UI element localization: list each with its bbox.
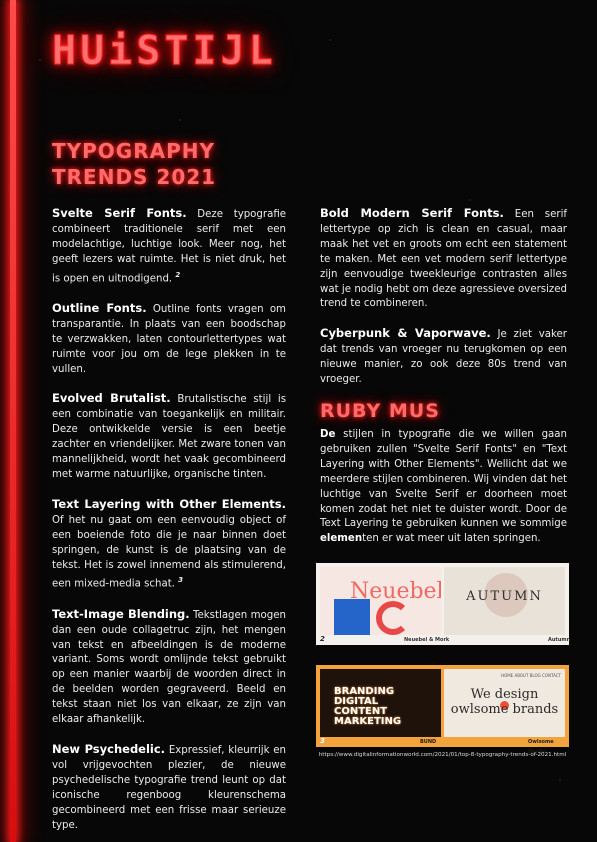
section-title-typography-trends: TYPOGRAPHY TRENDS 2021 xyxy=(52,138,216,190)
footnote-marker: 2 xyxy=(175,270,181,279)
paragraph-cyberpunk-vaporwave: Cyberpunk & Vaporwave. Je ziet vaker dat… xyxy=(320,326,567,388)
paragraph-svelte-serif: Svelte Serif Fonts. Deze typografie comb… xyxy=(52,206,286,287)
neon-red-side-bar xyxy=(10,0,16,842)
paragraph-text: Deze typografie combineert traditionele … xyxy=(52,209,287,285)
paragraph-evolved-brutalist: Evolved Brutalist. Brutalistische stijl … xyxy=(52,391,286,482)
paragraph-heading: Bold Modern Serif Fonts. xyxy=(320,206,504,220)
paragraph-heading: Evolved Brutalist. xyxy=(52,391,171,406)
autumn-sample-image: AUTUMN xyxy=(444,567,565,635)
paragraph-new-psychedelic: New Psychedelic. Expressief, kleurrijk e… xyxy=(52,742,286,833)
paragraph-heading: New Psychedelic. xyxy=(52,741,166,756)
paragraph-text-layering: Text Layering with Other Elements. Of he… xyxy=(52,497,286,593)
paragraph-text: Of het nu gaat om een eenvoudig object o… xyxy=(52,514,286,590)
figure-number: 2 xyxy=(320,635,325,643)
ruby-text-bold: De xyxy=(320,429,336,440)
paragraph-heading: Outline Fonts. xyxy=(52,300,147,315)
neuebel-label: Neuebel & Mork xyxy=(404,637,450,643)
neuebel-wordmark: Neuebel xyxy=(350,579,441,604)
paragraph-text: Expressief, kleurrijk en vol vrijgevocht… xyxy=(52,744,286,831)
footnote-marker: 3 xyxy=(178,576,184,585)
paragraph-heading: Svelte Serif Fonts. xyxy=(52,206,187,220)
paragraph-text: Een serif lettertype op zich is clean en… xyxy=(320,209,567,310)
figure-panel-3: BRANDING DIGITAL CONTENT MARKETING HOME … xyxy=(316,665,569,755)
panel-3-footer: 3 BUND Owlsome Studio xyxy=(316,737,569,755)
branding-sample-image: BRANDING DIGITAL CONTENT MARKETING xyxy=(320,669,441,737)
figure-panel-2: Neuebel AUTUMN 2 Neuebel & Mork Autumn xyxy=(316,563,571,645)
paragraph-heading: Cyberpunk & Vaporwave. xyxy=(320,326,491,341)
source-url-caption: https://www.digitalinformationworld.com/… xyxy=(318,752,567,758)
bund-label: BUND xyxy=(420,739,437,745)
paragraph-outline-fonts: Outline Fonts. Outline fonts vragen om t… xyxy=(52,301,286,378)
owlsome-nav-menu: HOME ABOUT BLOG CONTACT xyxy=(501,673,561,678)
ruby-text-bold: elemen xyxy=(320,533,363,545)
ruby-text: ten er wat meer uit laten springen. xyxy=(362,533,541,545)
paragraph-text-image-blending: Text-Image Blending. Tekstlagen mogen da… xyxy=(52,607,286,728)
paragraph-bold-modern-serif: Bold Modern Serif Fonts. Een serif lette… xyxy=(320,206,567,312)
autumn-label: Autumn xyxy=(548,637,571,643)
section-title-line-1: TYPOGRAPHY xyxy=(52,139,215,163)
paragraph-text: Brutalistische stijl is een combinatie v… xyxy=(52,394,286,480)
ruby-mus-paragraph: De stijlen in typografie die we willen g… xyxy=(320,428,567,547)
figure-number: 3 xyxy=(320,737,325,745)
section-title-line-2: TRENDS 2021 xyxy=(52,165,217,189)
red-swirl-shape xyxy=(376,601,410,635)
left-text-column: Svelte Serif Fonts. Deze typografie comb… xyxy=(52,206,286,842)
ruby-text: stijlen in typografie die we willen gaan… xyxy=(320,429,567,530)
autumn-wordmark: AUTUMN xyxy=(466,589,543,604)
neuebel-sample-image: Neuebel xyxy=(320,567,441,635)
blue-shape xyxy=(334,599,370,635)
section-title-ruby-mus: RUBY MUS xyxy=(320,400,440,422)
branding-wordmark: BRANDING DIGITAL CONTENT MARKETING xyxy=(334,686,402,727)
panel-2-footer: 2 Neuebel & Mork Autumn xyxy=(316,635,571,645)
paragraph-heading: Text-Image Blending. xyxy=(52,606,190,621)
right-text-column: Bold Modern Serif Fonts. Een serif lette… xyxy=(320,206,567,402)
paragraph-text: Tekstlagen mogen dan een oude collagetru… xyxy=(52,609,286,726)
paragraph-heading: Text Layering with Other Elements. xyxy=(52,496,286,511)
owlsome-wordmark: We design owlsome brands xyxy=(450,687,559,717)
huistijl-logo: HUiSTIJL xyxy=(52,28,277,75)
owlsome-sample-image: HOME ABOUT BLOG CONTACT We design owlsom… xyxy=(444,669,565,737)
